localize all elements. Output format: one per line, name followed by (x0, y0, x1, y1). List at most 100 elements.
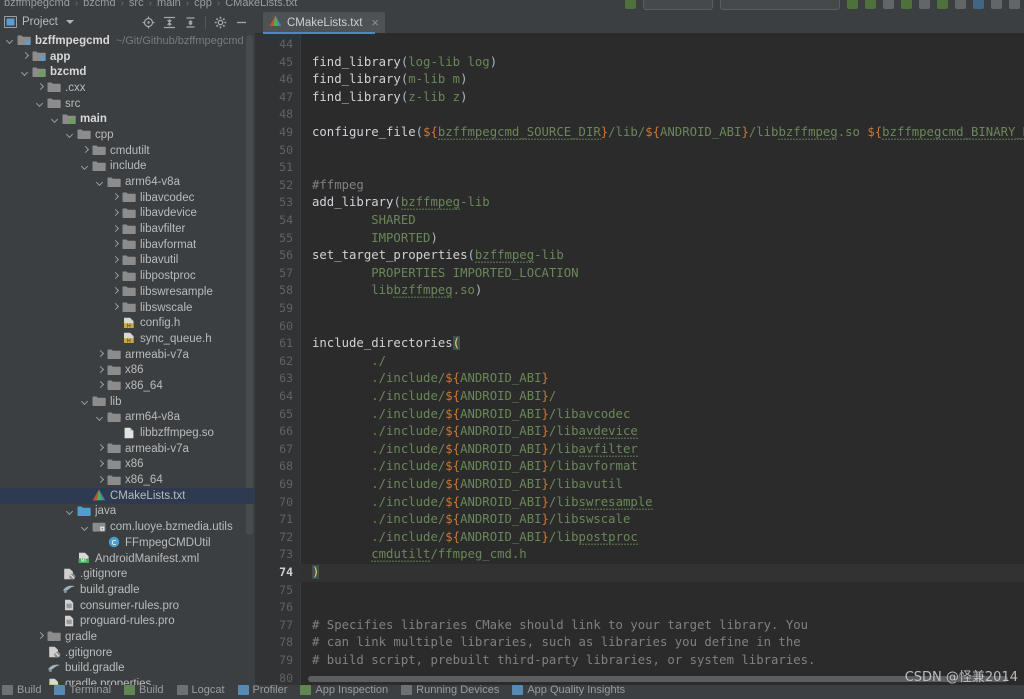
code-line[interactable]: ./include/${ANDROID_ABI}/libswscale (301, 511, 630, 529)
code-line[interactable]: ./include/${ANDROID_ABI}/libavdevice (301, 423, 638, 441)
code-line[interactable]: PROPERTIES IMPORTED_LOCATION (301, 265, 578, 283)
tree-row--gitignore[interactable]: .gitignore (0, 645, 255, 661)
tree-row-lib[interactable]: lib (0, 394, 255, 410)
settings-icon[interactable] (1009, 0, 1020, 9)
chevron-down-icon[interactable] (96, 178, 105, 187)
hide-icon[interactable] (235, 16, 248, 29)
run-anything-icon[interactable] (901, 0, 912, 9)
tree-row-libbzffmpeg-so[interactable]: libbzffmpeg.so (0, 425, 255, 441)
chevron-down-icon[interactable] (6, 36, 15, 45)
device-selector[interactable] (720, 0, 840, 10)
code-line[interactable]: ./include/${ANDROID_ABI}/libavutil (301, 476, 623, 494)
chevron-right-icon[interactable] (96, 381, 105, 390)
tree-row-cmdutilt[interactable]: cmdutilt (0, 143, 255, 159)
tree-row-arm64-v8a[interactable]: arm64-v8a (0, 410, 255, 426)
tree-row-consumer-rules-pro[interactable]: consumer-rules.pro (0, 598, 255, 614)
code-line[interactable]: ./include/${ANDROID_ABI}/libavfilter (301, 441, 638, 459)
chevron-down-icon[interactable] (66, 507, 75, 516)
sdk-manager-icon[interactable] (973, 0, 984, 9)
code-line[interactable]: ./include/${ANDROID_ABI}/libavcodec (301, 406, 630, 424)
profile-icon[interactable] (883, 0, 894, 9)
chevron-right-icon[interactable] (111, 287, 120, 296)
chevron-right-icon[interactable] (111, 240, 120, 249)
tree-row-gradle[interactable]: gradle (0, 629, 255, 645)
chevron-right-icon[interactable] (21, 52, 30, 61)
breadcrumb-item[interactable]: cpp (194, 0, 212, 9)
code-line[interactable] (301, 318, 312, 336)
code-line[interactable] (301, 159, 312, 177)
code-line[interactable] (301, 36, 312, 54)
code-line[interactable]: include_directories( (301, 335, 461, 353)
tree-row-ffmpegcmdutil[interactable]: C FFmpegCMDUtil (0, 535, 255, 551)
chevron-down-icon[interactable] (51, 115, 60, 124)
code-line[interactable]: # Specifies libraries CMake should link … (301, 617, 808, 635)
editor-horizontal-scrollbar[interactable] (308, 676, 1008, 682)
code-line[interactable]: find_library(log-lib log) (301, 54, 497, 72)
bottom-bar-item-build[interactable]: Build (2, 685, 41, 696)
search-everywhere-icon[interactable] (991, 0, 1002, 9)
code-line[interactable] (301, 106, 312, 124)
chevron-right-icon[interactable] (111, 193, 120, 202)
bottom-bar-item-terminal[interactable]: Terminal (54, 685, 111, 696)
tree-row-x86-64[interactable]: x86_64 (0, 378, 255, 394)
tree-row-cmakelists-txt[interactable]: CMakeLists.txt (0, 487, 255, 504)
breadcrumb-item[interactable]: src (129, 0, 144, 9)
chevron-right-icon[interactable] (36, 632, 45, 641)
code-line[interactable]: add_library(bzffmpeg-lib (301, 194, 490, 212)
code-line[interactable]: # build script, prebuilt third-party lib… (301, 652, 815, 670)
bottom-bar-item-app-inspection[interactable]: App Inspection (300, 685, 388, 696)
chevron-right-icon[interactable] (36, 83, 45, 92)
stop-icon[interactable] (919, 0, 930, 9)
chevron-right-icon[interactable] (111, 209, 120, 218)
code-line[interactable]: set_target_properties(bzffmpeg-lib (301, 247, 564, 265)
tab-cmakelists[interactable]: CMakeLists.txt × (263, 12, 386, 33)
code-line[interactable]: ./include/${ANDROID_ABI}/libswresample (301, 494, 653, 512)
tree-row-libavfilter[interactable]: libavfilter (0, 221, 255, 237)
sync-gradle-icon[interactable] (937, 0, 948, 9)
tree-row-androidmanifest-xml[interactable]: MF AndroidManifest.xml (0, 551, 255, 567)
chevron-right-icon[interactable] (96, 476, 105, 485)
tree-row-armeabi-v7a[interactable]: armeabi-v7a (0, 347, 255, 363)
code-line[interactable] (301, 599, 312, 617)
chevron-right-icon[interactable] (81, 146, 90, 155)
run-config-selector[interactable] (643, 0, 713, 10)
tree-row-config-h[interactable]: Hconfig.h (0, 315, 255, 331)
code-line[interactable]: cmdutilt/ffmpeg_cmd.h (301, 546, 527, 564)
tree-row-x86-64[interactable]: x86_64 (0, 472, 255, 488)
tree-row-src[interactable]: src (0, 96, 255, 112)
code-line[interactable]: IMPORTED) (301, 230, 438, 248)
chevron-right-icon[interactable] (96, 444, 105, 453)
tree-row--cxx[interactable]: .cxx (0, 80, 255, 96)
chevron-right-icon[interactable] (96, 460, 105, 469)
tree-row--gitignore[interactable]: .gitignore (0, 566, 255, 582)
code-line[interactable]: ./include/${ANDROID_ABI}/libpostproc (301, 529, 638, 547)
tree-row-com-luoye-bzmedia-utils[interactable]: com.luoye.bzmedia.utils (0, 519, 255, 535)
tree-row-bzcmd[interactable]: bzcmd (0, 64, 255, 80)
run-icon[interactable] (625, 0, 636, 9)
bottom-bar-item-running-devices[interactable]: Running Devices (401, 685, 499, 696)
chevron-down-icon[interactable] (96, 413, 105, 422)
breadcrumb-item[interactable]: CMakeLists.txt (225, 0, 297, 9)
expand-all-icon[interactable] (163, 16, 176, 29)
code-line[interactable]: ./include/${ANDROID_ABI}/libavformat (301, 458, 638, 476)
bottom-bar-item-profiler[interactable]: Profiler (237, 685, 287, 696)
tree-row-main[interactable]: main (0, 111, 255, 127)
chevron-down-icon[interactable] (81, 523, 90, 532)
chevron-right-icon[interactable] (96, 366, 105, 375)
tree-row-sync-queue-h[interactable]: Hsync_queue.h (0, 331, 255, 347)
tree-row-x86[interactable]: x86 (0, 457, 255, 473)
tree-row-build-gradle[interactable]: build.gradle (0, 661, 255, 677)
code-line[interactable]: ./include/${ANDROID_ABI} (301, 370, 549, 388)
tree-row-bzffmpegcmd[interactable]: bzffmpegcmd ~/Git/Github/bzffmpegcmd (0, 33, 255, 49)
code-line[interactable] (301, 142, 312, 160)
tree-row-armeabi-v7a[interactable]: armeabi-v7a (0, 441, 255, 457)
chevron-down-icon[interactable] (21, 68, 30, 77)
tree-row-include[interactable]: include (0, 159, 255, 175)
tree-row-libswresample[interactable]: libswresample (0, 284, 255, 300)
tree-row-libavutil[interactable]: libavutil (0, 253, 255, 269)
chevron-right-icon[interactable] (111, 225, 120, 234)
code-line[interactable]: find_library(z-lib z) (301, 89, 467, 107)
code-line[interactable] (301, 300, 312, 318)
tree-row-libpostproc[interactable]: libpostproc (0, 268, 255, 284)
code-line[interactable]: SHARED (301, 212, 415, 230)
